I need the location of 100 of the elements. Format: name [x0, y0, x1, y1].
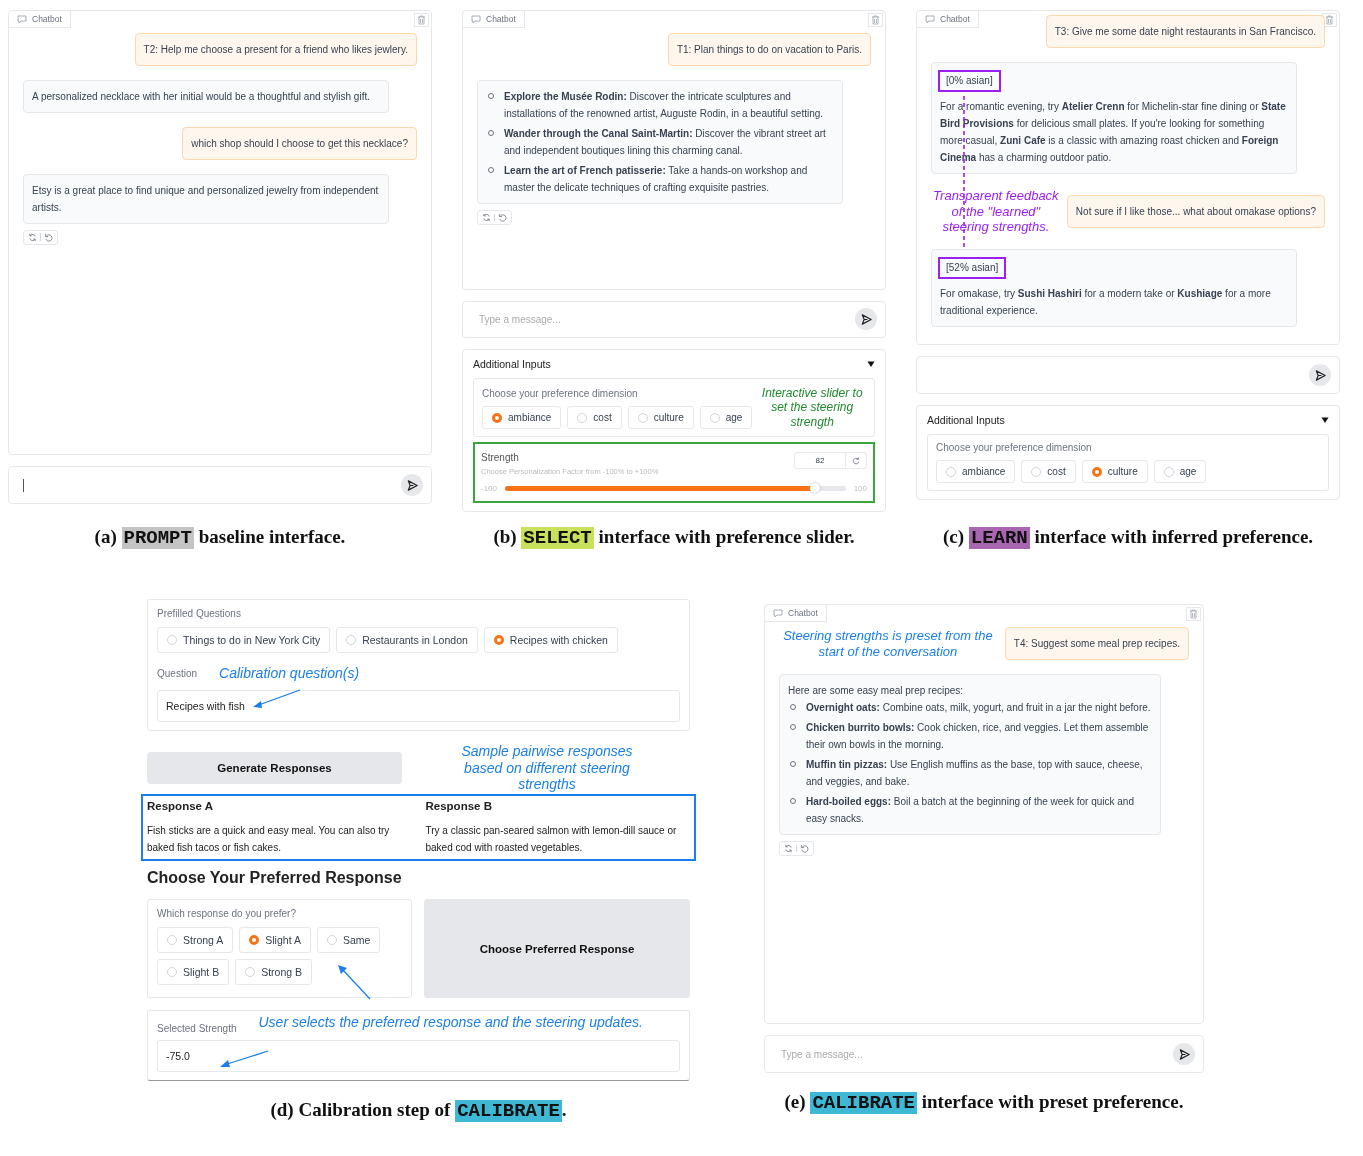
annotation-text: Transparent feedback of the "learned" steering strengths. — [932, 188, 1059, 235]
list-item-text: Learn the art of French patisserie: Take a hands-on workshop and master the delicate techniques of crafting exquisite pastries. — [504, 164, 809, 195]
response-title: Response A — [147, 800, 215, 813]
chat-icon — [471, 14, 481, 24]
section-title: Additional Inputs — [473, 357, 551, 370]
send-icon — [1177, 1047, 1191, 1061]
send-icon — [859, 312, 873, 326]
question-field[interactable]: Recipes with fish — [157, 689, 680, 722]
message-text: which shop should I choose to get this necklace? — [191, 137, 408, 151]
radio-option[interactable]: cost — [567, 406, 622, 429]
list-item-text: Wander through the Canal Saint-Martin: Discover the vibrant street art and independent boutiques lining this charming canal. — [504, 127, 827, 158]
radio-option[interactable]: Restaurants in London — [336, 627, 478, 653]
delete-button[interactable] — [868, 13, 883, 27]
chatbot-label: Chatbot — [788, 608, 818, 618]
field-label: Selected Strength — [157, 1023, 237, 1035]
response-text: Try a classic pan-seared salmon with lemon-dill sauce or baked cod with roasted vegetables. — [425, 824, 678, 856]
section-title: Additional Inputs — [927, 414, 1005, 426]
figure-caption: (e) CALIBRATE interface with preset preference. — [784, 1091, 1184, 1114]
response-title: Response B — [425, 800, 493, 813]
annotation-text: Steering strengths is preset from the start of the conversation — [782, 627, 994, 660]
radio-option[interactable]: Slight B — [157, 959, 230, 986]
message-text: T2: Help me choose a present for a friend who likes jewlery. — [143, 43, 408, 57]
chat-icon — [17, 14, 27, 24]
message-field[interactable]: Type a message... — [477, 312, 855, 326]
radio-option[interactable]: ambiance — [482, 406, 562, 429]
retry-icon[interactable] — [28, 233, 37, 242]
send-button[interactable] — [401, 474, 423, 496]
message-text: T3: Give me some date night restaurants in San Francisco. — [1054, 25, 1316, 39]
radio-option[interactable]: cost — [1021, 460, 1076, 483]
message-text: A personalized necklace with her initial would be a thoughtful and stylish gift. — [32, 90, 371, 104]
response-text: Fish sticks are a quick and easy meal. You can also try baked fish tacos or fish cakes. — [147, 824, 391, 856]
annotation-text: User selects the preferred response and the steering updates. — [258, 1014, 643, 1032]
reset-icon[interactable] — [852, 456, 860, 465]
retry-icon[interactable] — [784, 844, 793, 853]
message-field[interactable]: Type a message... — [779, 1047, 1173, 1061]
message-text: Etsy is a great place to find unique and personalized jewelry from independent artists. — [32, 184, 380, 215]
message-input-bar[interactable] — [916, 356, 1340, 394]
send-icon — [405, 478, 419, 492]
strength-tag: [52% asian] — [938, 256, 1007, 279]
message-text: Not sure if I like those... what about omakase options? — [1075, 204, 1316, 219]
list-item-text: Hard-boiled eggs: Boil a batch at the beginning of the week for quick and easy snacks. — [806, 795, 1135, 826]
annotation-text: Calibration question(s) — [219, 665, 360, 682]
chat-icon — [925, 14, 935, 24]
radio-option[interactable]: Strong B — [235, 959, 313, 986]
message-input-bar[interactable]: Type a message... — [462, 300, 886, 338]
strength-label: Strength — [481, 452, 520, 463]
retry-icon[interactable] — [482, 213, 491, 222]
group-label: Prefilled Questions — [157, 608, 242, 619]
figure-caption: (a) PROMPT baseline interface. — [94, 526, 346, 549]
figure-caption: (d) Calibration step of CALIBRATE. — [270, 1099, 567, 1123]
undo-icon[interactable] — [498, 213, 507, 222]
group-label: Which response do you prefer? — [157, 908, 297, 920]
undo-icon[interactable] — [44, 233, 53, 242]
list-item-text: Muffin tin pizzas: Use English muffins as the base, top with sauce, cheese, and veggies, and bake. — [806, 758, 1144, 789]
send-button[interactable] — [855, 308, 877, 331]
delete-button[interactable] — [414, 13, 429, 27]
field-label: Question — [157, 667, 198, 679]
figure-caption: (b) SELECT interface with preference slider. — [493, 526, 855, 549]
annotation-text: Sample pairwise responses based on different steering strengths — [460, 742, 634, 794]
figure-caption: (c) LEARN interface with inferred preference. — [942, 526, 1314, 549]
caret-icon[interactable] — [1321, 416, 1329, 424]
chatbot-label: Chatbot — [486, 14, 516, 24]
message-input-bar[interactable]: Type a message... — [764, 1035, 1204, 1073]
group-label: Choose your preference dimension — [936, 442, 1093, 453]
send-button[interactable] — [1173, 1043, 1195, 1065]
slider-thumb[interactable] — [810, 483, 820, 493]
message-text: For omakase, try Sushi Hashiri for a modern take or Kushiage for a more traditional experience. — [940, 286, 1272, 318]
send-icon — [1313, 368, 1327, 382]
radio-option[interactable]: culture — [1081, 460, 1148, 483]
send-button[interactable] — [1309, 364, 1331, 386]
list-item-text: Explore the Musée Rodin: Discover the intricate sculptures and installations of the renowned artist, Auguste Rodin, in a beautiful setting. — [504, 90, 825, 121]
choose-preferred-response-button[interactable]: Choose Preferred Response — [424, 899, 690, 999]
radio-option[interactable]: Recipes with chicken — [483, 627, 618, 653]
delete-button[interactable] — [1186, 607, 1201, 621]
strength-field[interactable]: -75.0 — [157, 1040, 680, 1073]
annotation-arrow — [218, 1049, 270, 1070]
list-item-text: Overnight oats: Combine oats, milk, yogurt, and fruit in a jar the night before. — [806, 701, 1151, 715]
annotation-text: Interactive slider to set the steering strength — [760, 385, 864, 429]
radio-option[interactable]: culture — [627, 406, 694, 429]
message-text: T4: Suggest some meal prep recipes. — [1013, 637, 1180, 651]
radio-option[interactable]: Same — [316, 927, 381, 954]
radio-option[interactable]: Things to do in New York City — [157, 627, 331, 653]
radio-option[interactable]: Strong A — [157, 927, 234, 954]
undo-icon[interactable] — [800, 844, 809, 853]
message-text: T1: Plan things to do on vacation to Paris. — [676, 43, 862, 57]
generate-responses-button[interactable]: Generate Responses — [147, 752, 402, 784]
strength-tag: [0% asian] — [938, 70, 1001, 92]
message-input-bar[interactable] — [8, 466, 432, 504]
list-item-text: Chicken burrito bowls: Cook chicken, rice, and veggies. Let them assemble their own bowls in the morning. — [806, 721, 1150, 752]
message-text: For a romantic evening, try Atelier Crenn for Michelin-star fine dining or State Bird Provisions for delicious small plates. If you're looking for something more casual, Zuni Cafe is a classic with amazing roast chicken and Foreign Cinema has a charming outdoor patio. — [940, 100, 1287, 165]
radio-option[interactable]: age — [1153, 460, 1207, 483]
caret-icon[interactable] — [867, 359, 875, 368]
radio-option[interactable]: Slight A — [239, 927, 311, 954]
chatbot-label: Chatbot — [32, 14, 62, 24]
chat-icon — [773, 608, 783, 618]
radio-option[interactable]: ambiance — [936, 460, 1016, 483]
section-heading: Choose Your Preferred Response — [147, 869, 403, 888]
chatbot-label: Chatbot — [940, 14, 970, 24]
message-text: Here are some easy meal prep recipes: — [788, 684, 965, 698]
radio-option[interactable]: age — [699, 406, 753, 429]
